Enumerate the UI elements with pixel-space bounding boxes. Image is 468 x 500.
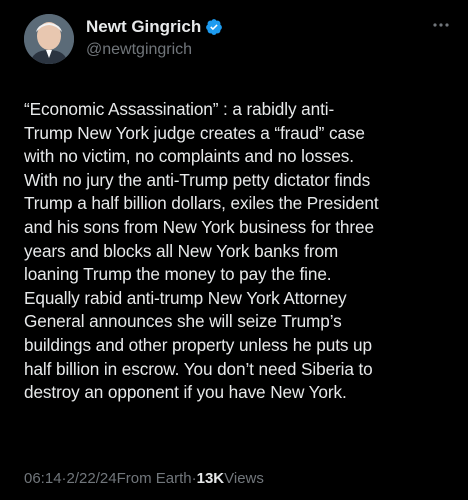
tweet-header: Newt Gingrich @newtgingrich: [24, 14, 452, 68]
tweet-date[interactable]: 2/22/24: [67, 470, 117, 487]
avatar-photo: [24, 14, 74, 64]
author-names: Newt Gingrich @newtgingrich: [86, 16, 223, 59]
tweet-time[interactable]: 06:14: [24, 470, 62, 487]
handle[interactable]: @newtgingrich: [86, 41, 223, 59]
tweet-meta: 06:14 · 2/22/24 From Earth · 13K Views: [24, 470, 264, 487]
tweet-source: From Earth: [116, 470, 192, 487]
views-label: Views: [224, 470, 264, 487]
avatar[interactable]: [24, 14, 74, 64]
tweet: Newt Gingrich @newtgingrich “Economic As…: [0, 0, 468, 500]
tweet-text: “Economic Assassination” : a rabidly ant…: [24, 99, 379, 403]
more-horizontal-icon[interactable]: [430, 16, 452, 34]
display-name[interactable]: Newt Gingrich: [86, 17, 201, 37]
display-name-row: Newt Gingrich: [86, 16, 223, 38]
verified-badge-icon: [205, 18, 223, 36]
views-count: 13K: [196, 470, 225, 487]
